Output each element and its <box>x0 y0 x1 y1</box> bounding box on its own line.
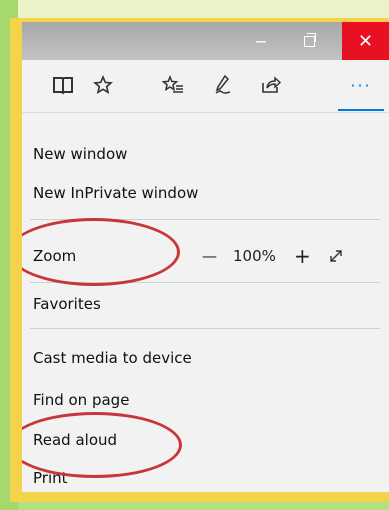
menu-item-read-aloud[interactable]: Read aloud <box>22 420 389 460</box>
add-favorite-button[interactable] <box>86 68 120 102</box>
menu-item-label: Read aloud <box>33 431 118 449</box>
menu-item-label: Find on page <box>33 391 130 409</box>
restore-icon <box>303 32 316 47</box>
menu-item-label: Cast media to device <box>33 349 192 367</box>
more-button[interactable]: ··· <box>344 68 378 102</box>
zoom-value-text: 100% <box>233 247 276 265</box>
menu-item-label: New window <box>33 145 128 163</box>
background-stripe <box>0 0 389 18</box>
close-button[interactable]: ✕ <box>342 22 389 60</box>
menu-item-new-inprivate-window[interactable]: New InPrivate window <box>22 173 389 213</box>
zoom-out-button[interactable]: — <box>202 236 217 276</box>
more-active-indicator <box>338 109 384 111</box>
menu-item-find-on-page[interactable]: Find on page <box>22 380 389 420</box>
reading-view-icon <box>53 77 73 95</box>
menu-item-label: Print <box>33 469 68 487</box>
menu-separator <box>30 328 380 329</box>
reading-view-button[interactable] <box>46 68 80 102</box>
web-note-button[interactable] <box>206 68 240 102</box>
full-screen-icon <box>330 250 342 262</box>
menu-item-new-window[interactable]: New window <box>22 134 389 174</box>
share-icon <box>262 76 282 93</box>
menu-item-favorites[interactable]: Favorites <box>22 284 389 324</box>
menu-item-cast-media[interactable]: Cast media to device <box>22 338 389 378</box>
browser-toolbar: ··· <box>22 60 389 113</box>
menu-item-label: New InPrivate window <box>33 184 199 202</box>
menu-separator <box>30 219 380 220</box>
browser-screenshot: − ✕ ··· New window New InPrivate window … <box>22 22 389 492</box>
restore-button[interactable] <box>286 22 332 60</box>
minimize-button[interactable]: − <box>238 22 284 60</box>
close-icon: ✕ <box>357 30 374 52</box>
menu-separator <box>30 282 380 283</box>
menu-item-print[interactable]: Print <box>22 458 389 492</box>
zoom-value: 100% <box>233 236 276 276</box>
zoom-label: Zoom <box>33 247 77 265</box>
full-screen-button[interactable] <box>327 236 345 276</box>
share-button[interactable] <box>254 68 288 102</box>
title-bar: − ✕ <box>22 22 389 60</box>
hub-button[interactable] <box>156 68 190 102</box>
zoom-out-icon: — <box>202 247 217 265</box>
menu-item-label: Favorites <box>33 295 101 313</box>
zoom-in-button[interactable]: + <box>294 236 311 276</box>
favorite-star-icon <box>93 75 113 94</box>
menu-item-zoom: Zoom — 100% + <box>22 236 389 276</box>
more-icon: ··· <box>350 75 372 95</box>
web-note-icon <box>215 74 231 94</box>
zoom-in-icon: + <box>294 244 311 268</box>
minimize-icon: − <box>254 31 268 51</box>
favorites-hub-icon <box>162 75 183 93</box>
